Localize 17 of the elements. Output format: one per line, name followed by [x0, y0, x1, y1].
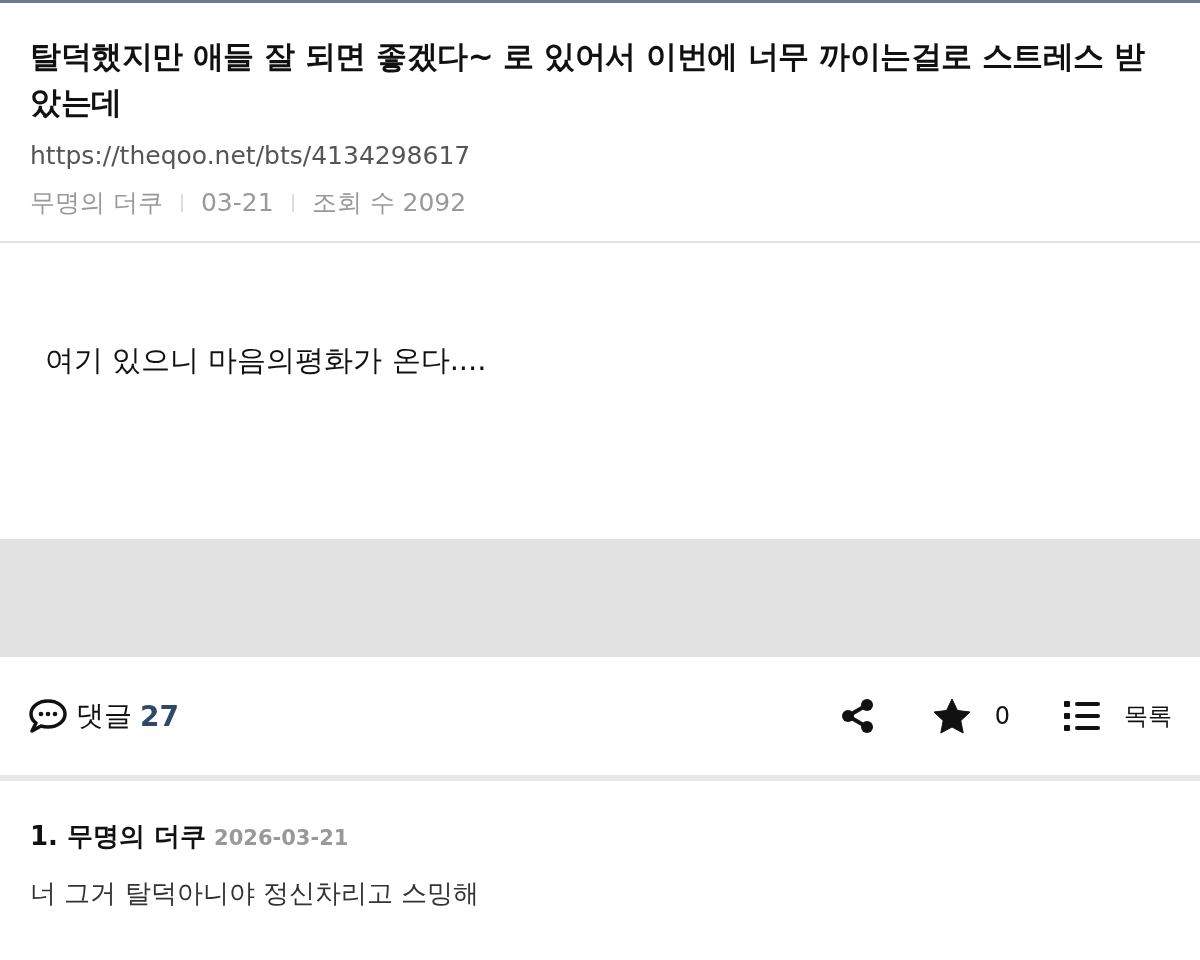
post-body: 여기 있으니 마음의평화가 온다.... [45, 343, 487, 377]
post-url: https://theqoo.net/bts/4134298617 [30, 141, 472, 170]
post-date: 03-21 [200, 188, 274, 217]
star-count: 0 [994, 702, 1010, 730]
list-label[interactable]: 목록 [1124, 700, 1172, 732]
comment-date: 2026-03-21 [214, 826, 349, 850]
list-icon[interactable] [1064, 701, 1100, 731]
comment-text: 너 그거 탈덕아니야 정신차리고 스밍해 [30, 878, 480, 908]
star-icon[interactable] [932, 698, 971, 734]
view-count: 조회 수 2092 [311, 187, 467, 219]
comment-count: 27 [140, 699, 179, 733]
speech-bubble-icon[interactable] [28, 698, 68, 734]
comments-label: 댓글 [76, 698, 132, 734]
comment-author: 1. 무명의 더쿠 [30, 820, 207, 853]
share-icon[interactable] [840, 698, 875, 734]
author-name: 무명의 더쿠 [30, 187, 163, 219]
post-title: 탈덕했지만 애들 잘 되면 좋겠다~ 로 있어서 이번에 너무 까이는걸로 스트레스 받았는데 [30, 37, 1146, 122]
